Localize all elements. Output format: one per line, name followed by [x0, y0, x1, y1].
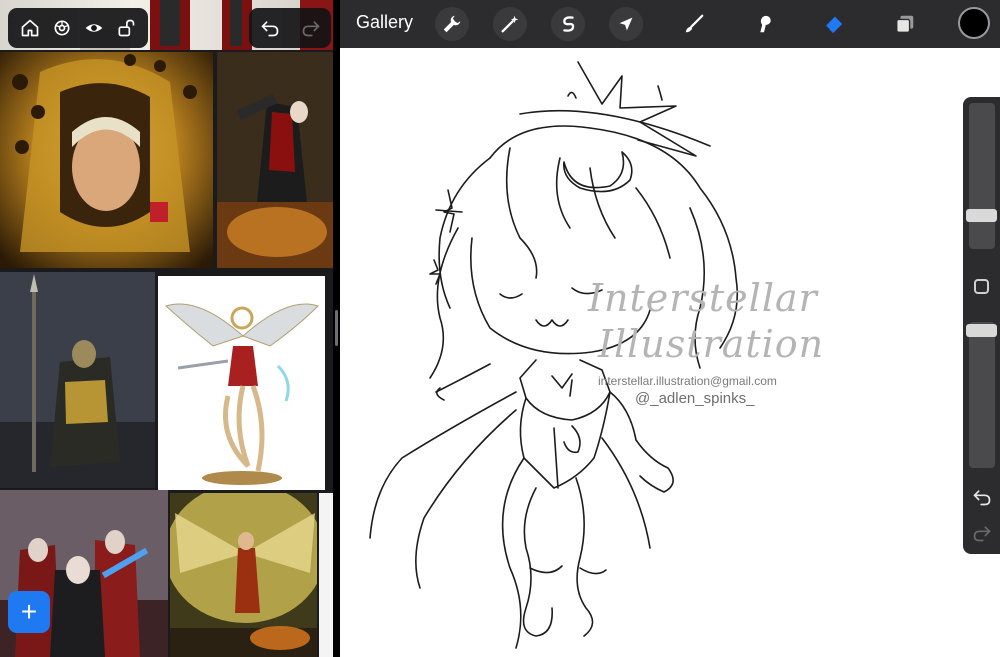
reference-image-blank	[319, 493, 333, 657]
eye-icon[interactable]	[81, 15, 107, 41]
opacity-slider-knob[interactable]	[966, 324, 997, 337]
reference-undo-toolbar	[249, 8, 331, 48]
procreate-toolbar: Gallery	[340, 0, 1000, 48]
home-icon[interactable]	[17, 15, 43, 41]
reference-image-winged-miniature[interactable]	[158, 276, 325, 490]
modify-button[interactable]	[974, 279, 989, 294]
redo-icon[interactable]	[298, 15, 324, 41]
selection-button[interactable]	[551, 7, 585, 41]
layers-icon	[896, 15, 914, 33]
split-view-handle[interactable]	[335, 310, 338, 346]
watermark-email: interstellar.illustration@gmail.com	[598, 374, 777, 388]
smudge-button[interactable]	[747, 7, 781, 41]
eraser-icon	[825, 16, 843, 34]
brush-size-slider-knob[interactable]	[966, 209, 997, 222]
reference-image-golden-angel[interactable]	[170, 493, 317, 657]
brush-size-slider[interactable]	[969, 103, 995, 249]
redo-icon[interactable]	[972, 523, 992, 543]
watermark-brand-line-2: Illustration	[598, 322, 825, 366]
brush-icon	[685, 14, 704, 33]
watermark-brand-line-1: Interstellar	[588, 276, 818, 320]
wrench-icon	[443, 15, 461, 33]
reference-image-golden-knight[interactable]	[0, 52, 213, 268]
opacity-slider[interactable]	[969, 322, 995, 468]
gallery-button[interactable]: Gallery	[356, 12, 413, 33]
selection-icon	[563, 16, 575, 32]
actions-button[interactable]	[435, 7, 469, 41]
color-swatch[interactable]	[958, 7, 990, 39]
add-reference-button[interactable]: +	[8, 591, 50, 633]
brush-button[interactable]	[677, 7, 711, 41]
arrow-cursor-icon	[619, 17, 633, 31]
unlock-icon[interactable]	[113, 15, 139, 41]
reference-pane: +	[0, 0, 333, 657]
magic-wand-icon	[501, 15, 519, 33]
reference-image-armored-warrior[interactable]	[0, 272, 155, 488]
undo-icon[interactable]	[257, 15, 283, 41]
undo-icon[interactable]	[972, 487, 992, 507]
reference-toolbar	[8, 8, 148, 48]
transform-button[interactable]	[609, 7, 643, 41]
layers-button[interactable]	[888, 7, 922, 41]
settings-icon[interactable]	[49, 15, 75, 41]
reference-image-battle-sister[interactable]	[217, 52, 333, 268]
drawing-canvas[interactable]: Interstellar Illustration interstellar.i…	[340, 48, 1000, 657]
watermark-handle: @_adlen_spinks_	[635, 390, 755, 407]
smudge-icon	[760, 15, 771, 33]
adjustments-button[interactable]	[493, 7, 527, 41]
eraser-button[interactable]	[817, 7, 851, 41]
brush-sidebar	[963, 97, 1000, 554]
